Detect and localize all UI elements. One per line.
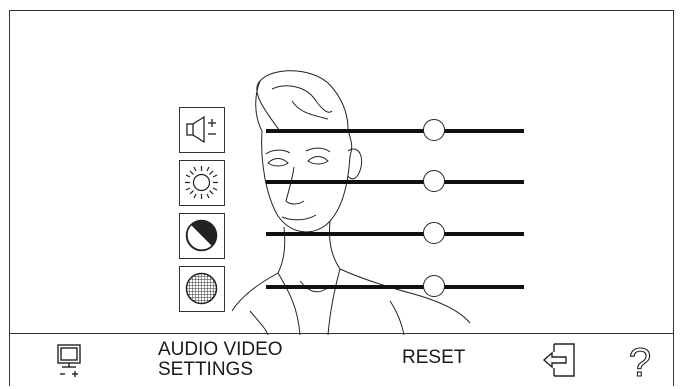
contrast-slider[interactable]	[266, 220, 524, 250]
slider-knob[interactable]	[422, 222, 445, 244]
bottom-bar: AUDIO VIDEO SETTINGS RESET ?	[10, 333, 673, 386]
reset-button[interactable]: RESET	[402, 348, 482, 374]
brightness-slider[interactable]	[266, 168, 524, 198]
settings-label-line1: AUDIO VIDEO	[158, 339, 283, 360]
brightness-icon	[185, 166, 218, 199]
slider-track	[266, 129, 524, 133]
slider-track	[266, 285, 524, 289]
help-button[interactable]: ?	[622, 336, 658, 385]
volume-icon-box[interactable]	[179, 107, 225, 153]
audio-video-settings-button[interactable]: AUDIO VIDEO SETTINGS	[158, 340, 318, 384]
color-saturation-icon	[185, 272, 218, 305]
color-slider[interactable]	[266, 273, 524, 303]
help-icon: ?	[628, 340, 651, 385]
color-icon-box[interactable]	[179, 266, 225, 312]
slider-knob[interactable]	[422, 170, 445, 192]
contrast-icon-box[interactable]	[179, 213, 225, 259]
slider-knob[interactable]	[422, 119, 445, 141]
video-screen: AUDIO VIDEO SETTINGS RESET ?	[9, 10, 674, 386]
volume-slider[interactable]	[266, 117, 524, 147]
exit-icon	[542, 343, 575, 377]
monitor-icon	[57, 344, 81, 377]
help-glyph: ?	[629, 341, 651, 384]
contrast-icon	[185, 219, 218, 252]
exit-button[interactable]	[540, 338, 584, 382]
monitor-button[interactable]	[50, 342, 90, 382]
reset-label: RESET	[402, 347, 466, 368]
slider-knob[interactable]	[422, 275, 445, 297]
brightness-icon-box[interactable]	[179, 160, 225, 206]
slider-track	[266, 180, 524, 184]
slider-track	[266, 232, 524, 236]
settings-label-line2: SETTINGS	[158, 359, 254, 380]
volume-icon	[186, 115, 216, 144]
